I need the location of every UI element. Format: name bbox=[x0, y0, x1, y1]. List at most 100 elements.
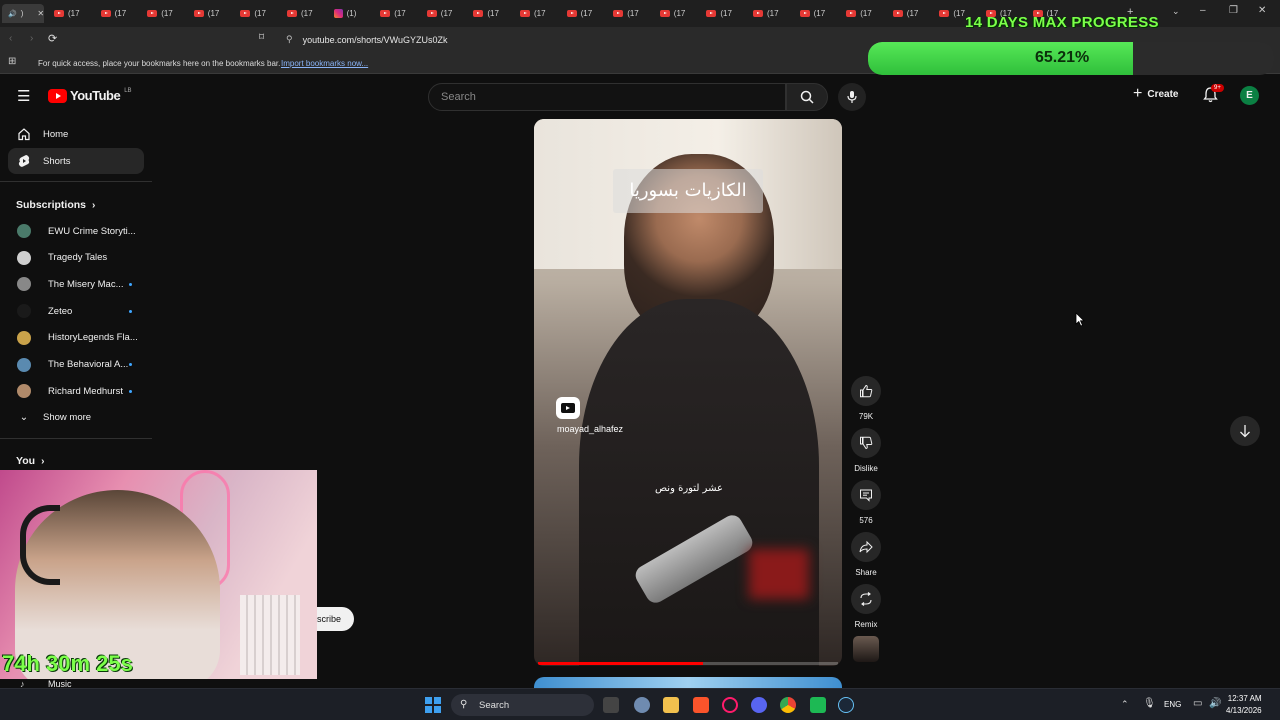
dislike-action[interactable]: Dislike bbox=[851, 428, 881, 473]
comments-button[interactable] bbox=[851, 480, 881, 510]
discord-icon[interactable] bbox=[751, 697, 767, 713]
file-explorer-icon[interactable] bbox=[663, 697, 679, 713]
like-count: 79K bbox=[858, 412, 874, 421]
maximize-icon[interactable]: ❐ bbox=[1229, 5, 1238, 16]
tab-label: (17 bbox=[394, 9, 406, 18]
browser-tab[interactable]: (17 bbox=[473, 4, 499, 23]
search-input[interactable]: Search bbox=[428, 83, 786, 111]
sidebar-item-home[interactable]: Home bbox=[8, 121, 144, 147]
thumbs-up-icon bbox=[860, 384, 873, 398]
back-icon[interactable]: ‹ bbox=[9, 33, 12, 44]
voice-search-button[interactable] bbox=[838, 83, 866, 111]
share-button[interactable] bbox=[851, 532, 881, 562]
subscription-label: Zeteo bbox=[48, 305, 73, 317]
you-header[interactable]: You › bbox=[16, 455, 44, 467]
start-button[interactable] bbox=[425, 697, 441, 713]
browser-tab[interactable]: (17 bbox=[846, 4, 872, 23]
sound-thumbnail[interactable] bbox=[853, 636, 879, 662]
youtube-logo[interactable]: YouTube LB bbox=[48, 88, 132, 103]
browser-tab[interactable]: (17 bbox=[147, 4, 173, 23]
tab-label: (17 bbox=[767, 9, 779, 18]
import-bookmarks-link[interactable]: Import bookmarks now... bbox=[281, 59, 368, 68]
subscription-item[interactable]: The Misery Mac... bbox=[8, 271, 144, 297]
browser-tab[interactable]: (17 bbox=[193, 4, 219, 23]
language-indicator[interactable]: ENG bbox=[1164, 700, 1181, 709]
remix-action[interactable]: Remix bbox=[851, 584, 881, 629]
browser-tab[interactable]: (1) bbox=[333, 4, 357, 23]
like-action[interactable]: 79K bbox=[851, 376, 881, 421]
taskbar-search[interactable]: ⚲ Search bbox=[451, 694, 594, 716]
apps-grid-icon[interactable]: ⊞ bbox=[8, 56, 16, 67]
microphone-tray-icon[interactable]: 🎙 bbox=[1143, 698, 1156, 709]
browser-tab[interactable]: (17 bbox=[240, 4, 266, 23]
browser-tab[interactable]: (17 bbox=[613, 4, 639, 23]
volume-icon[interactable]: 🔊 bbox=[1209, 698, 1221, 709]
steam-icon[interactable] bbox=[838, 697, 854, 713]
opera-icon[interactable] bbox=[722, 697, 738, 713]
settings-icon[interactable] bbox=[634, 697, 650, 713]
browser-tab[interactable]: (17 bbox=[659, 4, 685, 23]
tab-label: (17 bbox=[813, 9, 826, 18]
taskbar-search-label: Search bbox=[479, 699, 510, 711]
system-clock[interactable]: 12:37 AM 4/13/2026 bbox=[1226, 693, 1262, 717]
browser-tab[interactable]: (17 bbox=[287, 4, 313, 23]
account-avatar[interactable]: E bbox=[1240, 86, 1259, 105]
remix-button[interactable] bbox=[851, 584, 881, 614]
subscription-item[interactable]: HistoryLegends Fla... bbox=[8, 325, 144, 351]
browser-tab[interactable]: (17 bbox=[520, 4, 546, 23]
subscriptions-header[interactable]: Subscriptions › bbox=[16, 199, 95, 211]
task-view-icon[interactable] bbox=[603, 697, 619, 713]
browser-tab[interactable]: (17 bbox=[426, 4, 452, 23]
browser-tab[interactable]: (17 bbox=[54, 4, 80, 23]
next-short-button[interactable] bbox=[1230, 416, 1260, 446]
menu-icon[interactable]: ☰ bbox=[17, 87, 30, 105]
tab-label: (17 bbox=[627, 9, 639, 18]
like-button[interactable] bbox=[851, 376, 881, 406]
mouse-cursor-icon bbox=[1075, 312, 1085, 327]
browser-tab[interactable]: (17 bbox=[892, 4, 918, 23]
dislike-button[interactable] bbox=[851, 428, 881, 458]
bookmark-icon[interactable]: ⌑ bbox=[259, 32, 264, 43]
brave-browser-icon[interactable] bbox=[693, 697, 709, 713]
close-window-icon[interactable]: ✕ bbox=[1258, 5, 1266, 16]
show-more-button[interactable]: ⌄ Show more bbox=[8, 404, 144, 430]
close-tab-icon[interactable]: ✕ bbox=[37, 9, 44, 18]
subscribe-button[interactable]: scribe bbox=[317, 607, 354, 631]
subscription-item[interactable]: Zeteo bbox=[8, 298, 144, 324]
tab-search-icon[interactable]: ⌄ bbox=[1172, 6, 1180, 17]
shorts-video-player[interactable]: الكازيات بسوريا moayad_alhafez عشر لتورة… bbox=[534, 119, 842, 666]
chevron-up-icon[interactable]: ⌃ bbox=[1121, 699, 1129, 710]
subscription-item[interactable]: EWU Crime Storyti... bbox=[8, 218, 144, 244]
video-progress-bar[interactable] bbox=[538, 662, 838, 665]
network-icon[interactable]: ▭ bbox=[1193, 698, 1202, 709]
browser-tab[interactable]: (17 bbox=[566, 4, 592, 23]
reload-icon[interactable]: ⟳ bbox=[48, 32, 57, 45]
spotify-icon[interactable] bbox=[810, 697, 826, 713]
minimize-icon[interactable]: – bbox=[1200, 5, 1206, 16]
youtube-icon bbox=[380, 10, 391, 17]
forward-icon[interactable]: › bbox=[30, 33, 33, 44]
sidebar-item-shorts[interactable]: Shorts bbox=[8, 148, 144, 174]
create-button[interactable]: + Create bbox=[1133, 86, 1178, 102]
subscription-item[interactable]: Richard Medhurst bbox=[8, 378, 144, 404]
red-tank bbox=[749, 549, 809, 599]
notification-badge: 9+ bbox=[1211, 84, 1224, 92]
chrome-icon[interactable] bbox=[780, 697, 796, 713]
browser-tab[interactable]: (17 bbox=[706, 4, 732, 23]
browser-tab[interactable]: 🔊) ✕ bbox=[2, 4, 44, 23]
browser-tab[interactable]: (17 bbox=[799, 4, 826, 23]
url-field[interactable]: ⚲ youtube.com/shorts/VWuGYZUs0Zk bbox=[278, 30, 878, 49]
browser-tab[interactable]: (17 bbox=[100, 4, 126, 23]
browser-tab[interactable]: (17 bbox=[753, 4, 779, 23]
site-info-icon[interactable]: ⚲ bbox=[286, 34, 293, 45]
notifications-button[interactable]: 9+ bbox=[1203, 84, 1224, 105]
share-action[interactable]: Share bbox=[851, 532, 881, 577]
comments-action[interactable]: 576 bbox=[851, 480, 881, 525]
tab-label: (17 bbox=[487, 9, 499, 18]
browser-tab[interactable]: (17 bbox=[380, 4, 406, 23]
subscription-item[interactable]: The Behavioral A... bbox=[8, 352, 144, 378]
browser-tab[interactable]: (17 bbox=[939, 4, 965, 23]
search-button[interactable] bbox=[786, 83, 828, 111]
tab-label: (1) bbox=[346, 9, 357, 18]
subscription-item[interactable]: Tragedy Tales bbox=[8, 245, 144, 271]
